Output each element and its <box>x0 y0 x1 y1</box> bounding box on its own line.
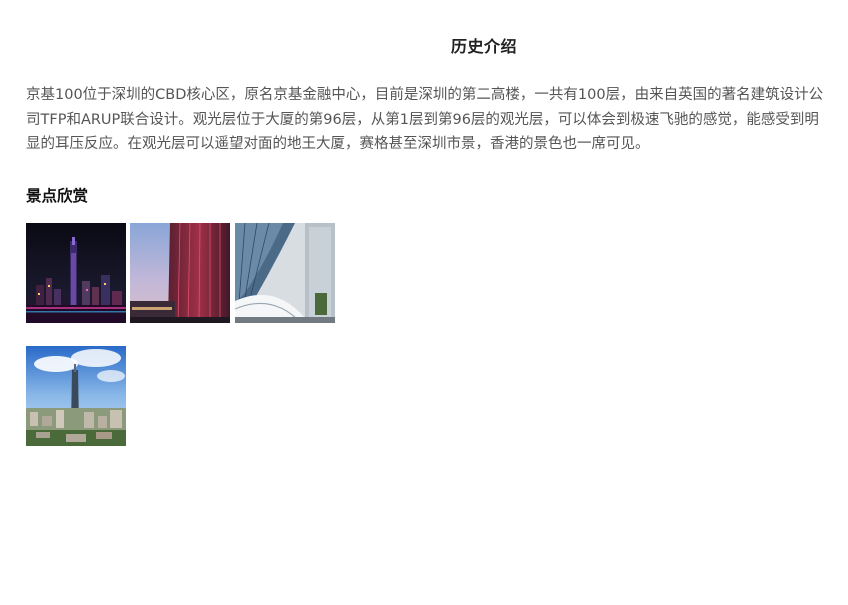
scenery-photo-night-skyline[interactable] <box>26 223 126 323</box>
scenery-photo-aerial-city[interactable] <box>26 346 126 446</box>
tower-facade-image <box>130 223 230 323</box>
aerial-city-image <box>26 346 126 446</box>
scenery-title: 景点欣赏 <box>26 187 89 205</box>
curved-building-image <box>235 223 335 323</box>
history-title: 历史介绍 <box>450 37 517 56</box>
scenery-photo-curved-building[interactable] <box>235 223 335 323</box>
history-intro-text: 京基100位于深圳的CBD核心区，原名京基金融中心，目前是深圳的第二高楼，一共有… <box>26 87 824 152</box>
night-skyline-image <box>26 223 126 323</box>
scenery-photo-tower-facade[interactable] <box>130 223 230 323</box>
